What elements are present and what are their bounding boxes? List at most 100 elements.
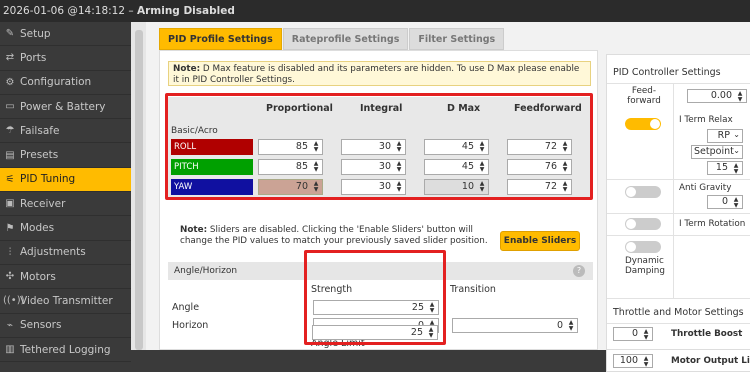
sidebar-item-presets[interactable]: ▤ Presets	[0, 143, 131, 168]
iterm-rotation-label: I Term Rotation	[679, 219, 746, 229]
spinner-icon[interactable]: ▲▼	[731, 163, 741, 175]
antenna-icon: ((•))	[3, 295, 25, 307]
iterm-relax-cutoff-input[interactable]: 15 ▲ ▼	[707, 161, 743, 175]
throttle-boost-input[interactable]: 0 ▲ ▼	[613, 327, 653, 341]
spinner-icon[interactable]: ▲▼	[426, 327, 436, 339]
spinner-icon[interactable]: ▲▼	[560, 161, 570, 173]
spinner-icon[interactable]: ▲▼	[311, 141, 321, 153]
spinner-icon[interactable]: ▲▼	[311, 181, 321, 193]
sidebar: ✎ Setup ⇄ Ports ⚙ Configuration ▭ Power & Batte…	[0, 22, 131, 363]
sidebar-item-configuration[interactable]: ⚙ Configuration	[0, 71, 131, 95]
sidebar-item-video-transmitter[interactable]: ((•)) Video Transmitter	[0, 289, 131, 314]
sidebar-item-receiver[interactable]: ▣ Receiver	[0, 192, 131, 217]
motor-output-input[interactable]: 100 ▲ ▼	[613, 354, 653, 368]
sidebar-item-pid-tuning[interactable]: ⚟ PID Tuning	[0, 167, 131, 193]
horizon-label: Horizon	[172, 320, 209, 331]
spinner-icon[interactable]: ▲▼	[566, 320, 576, 332]
sidebar-scrollbar[interactable]	[135, 30, 143, 350]
sidebar-item-adjustments[interactable]: ⫶ Adjustments	[0, 241, 131, 265]
tab-rateprofile[interactable]: Rateprofile Settings	[282, 28, 409, 50]
yaw-d-input[interactable]: 10 ▲ ▼	[424, 179, 489, 195]
spinner-icon[interactable]: ▲▼	[394, 181, 404, 193]
angle-strength-input[interactable]: 25 ▲ ▼	[313, 300, 439, 315]
chevron-down-icon: ⌄	[733, 130, 740, 139]
strength-title: Strength	[311, 284, 353, 295]
iterm-relax-toggle[interactable]	[625, 118, 661, 130]
motor-output-label: Motor Output Lim	[671, 356, 750, 366]
roll-i-input[interactable]: 30 ▲ ▼	[341, 139, 406, 155]
pitch-i-input[interactable]: 30 ▲ ▼	[341, 159, 406, 175]
feedforward-label: Feed-forward	[627, 86, 661, 106]
yaw-p-input[interactable]: 70 ▲ ▼	[258, 179, 323, 195]
yaw-i-input[interactable]: 30 ▲ ▼	[341, 179, 406, 195]
angle-row: Angle 25 ▲ ▼	[168, 299, 593, 317]
axis-label-pitch: PITCH	[171, 159, 253, 175]
pid-table: Proportional Integral D Max Feedforward …	[168, 97, 593, 219]
spinner-icon[interactable]: ▲▼	[641, 356, 651, 368]
sidebar-item-label: Adjustments	[20, 246, 86, 259]
iterm-relax-axes-select[interactable]: RP ⌄	[707, 129, 743, 143]
spinner-icon[interactable]: ▲▼	[735, 91, 745, 103]
sidebar-item-failsafe[interactable]: ☂ Failsafe	[0, 119, 131, 144]
sidebar-item-setup[interactable]: ✎ Setup	[0, 22, 131, 47]
sidebar-item-modes[interactable]: ⚑ Modes	[0, 216, 131, 241]
spinner-icon[interactable]: ▲▼	[560, 181, 570, 193]
receiver-icon: ▣	[5, 198, 15, 210]
sidebar-item-sensors[interactable]: ⌁ Sensors	[0, 314, 131, 338]
spinner-icon[interactable]: ▲▼	[394, 161, 404, 173]
help-icon[interactable]: ?	[573, 265, 585, 277]
tab-filter[interactable]: Filter Settings	[409, 28, 505, 50]
sidebar-item-power-battery[interactable]: ▭ Power & Battery	[0, 95, 131, 120]
tab-pid-profile[interactable]: PID Profile Settings	[159, 28, 282, 50]
throttle-motor-title: Throttle and Motor Settings	[613, 307, 744, 318]
roll-ff-input[interactable]: 72 ▲ ▼	[507, 139, 572, 155]
spinner-icon[interactable]: ▲▼	[477, 181, 487, 193]
timestamp: 2026-01-06 @14:18:12	[3, 5, 126, 17]
sidebar-item-motors[interactable]: ✣ Motors	[0, 265, 131, 290]
enable-sliders-button[interactable]: Enable Sliders	[500, 231, 580, 251]
pid-panel: Note: D Max feature is disabled and its …	[159, 50, 598, 350]
roll-d-input[interactable]: 45 ▲ ▼	[424, 139, 489, 155]
angle-label: Angle	[172, 302, 200, 313]
pitch-d-input[interactable]: 45 ▲ ▼	[424, 159, 489, 175]
iterm-rotation-toggle[interactable]	[625, 218, 661, 230]
sidebar-item-label: Motors	[20, 270, 56, 283]
arming-status: Arming Disabled	[136, 5, 235, 17]
spinner-icon[interactable]: ▲▼	[477, 141, 487, 153]
axis-label-roll: ROLL	[171, 139, 253, 155]
adjustments-icon: ⫶	[8, 246, 12, 258]
sidebar-item-label: Presets	[20, 149, 59, 162]
anti-gravity-input[interactable]: 0 ▲ ▼	[707, 195, 743, 209]
axis-label-yaw: YAW	[171, 179, 253, 195]
spinner-icon[interactable]: ▲▼	[427, 302, 437, 314]
dmax-note: Note: D Max feature is disabled and its …	[168, 61, 591, 86]
yaw-ff-input[interactable]: 72 ▲ ▼	[507, 179, 572, 195]
spinner-icon[interactable]: ▲▼	[394, 141, 404, 153]
angle-limit-input[interactable]: 25 ▲ ▼	[312, 325, 438, 340]
sliders-note: Note: Sliders are disabled. Clicking the…	[180, 225, 488, 246]
sidebar-item-label: Sensors	[20, 319, 62, 332]
spinner-icon[interactable]: ▲▼	[477, 161, 487, 173]
spinner-icon[interactable]: ▲▼	[641, 329, 651, 341]
pitch-ff-input[interactable]: 76 ▲ ▼	[507, 159, 572, 175]
battery-icon: ▭	[5, 101, 15, 113]
horizon-transition-input[interactable]: 0 ▲ ▼	[452, 318, 578, 333]
anti-gravity-toggle[interactable]	[625, 186, 661, 198]
feedforward-transition-input[interactable]: 0.00 ▲ ▼	[687, 89, 747, 103]
spinner-icon[interactable]: ▲▼	[560, 141, 570, 153]
sidebar-item-label: Receiver	[20, 197, 66, 210]
iterm-relax-type-select[interactable]: Setpoint ⌄	[691, 145, 743, 159]
presets-icon: ▤	[5, 149, 15, 161]
sidebar-item-tethered-logging[interactable]: ▥ Tethered Logging	[0, 338, 131, 363]
sidebar-item-label: Modes	[20, 222, 55, 235]
sensors-icon: ⌁	[6, 319, 14, 331]
angle-horizon-header: Angle/Horizon ?	[168, 262, 593, 280]
parachute-icon: ☂	[5, 125, 15, 137]
pitch-p-input[interactable]: 85 ▲ ▼	[258, 159, 323, 175]
dynamic-damping-toggle[interactable]	[625, 241, 661, 253]
spinner-icon[interactable]: ▲▼	[731, 197, 741, 209]
sidebar-item-ports[interactable]: ⇄ Ports	[0, 46, 131, 71]
roll-p-input[interactable]: 85 ▲ ▼	[258, 139, 323, 155]
header-proportional: Proportional	[266, 103, 333, 114]
spinner-icon[interactable]: ▲▼	[311, 161, 321, 173]
